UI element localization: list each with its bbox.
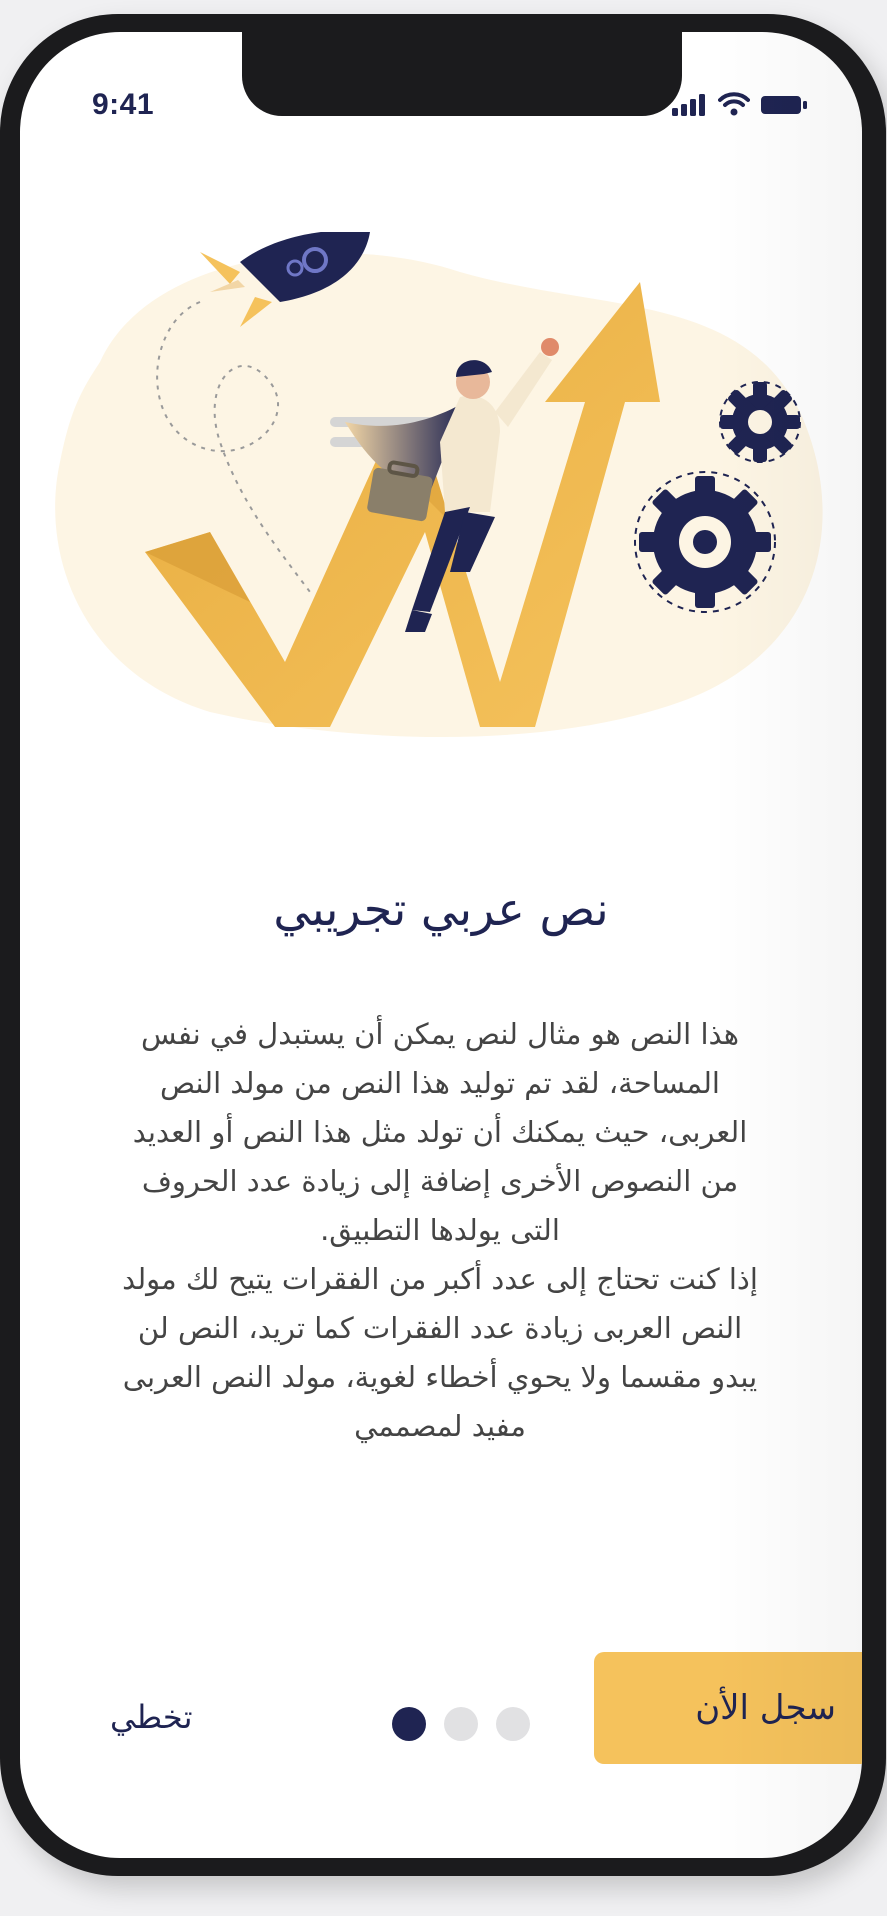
- description-paragraph-1: هذا النص هو مثال لنص يمكن أن يستبدل في ن…: [132, 1017, 748, 1247]
- page-dot-1[interactable]: [392, 1707, 426, 1741]
- status-time: 9:41: [92, 88, 155, 121]
- battery-icon: [761, 96, 807, 114]
- device-notch: [242, 32, 682, 116]
- register-now-button[interactable]: سجل الأن: [594, 1652, 862, 1764]
- page-dot-2[interactable]: [444, 1707, 478, 1741]
- onboarding-description: هذا النص هو مثال لنص يمكن أن يستبدل في ن…: [115, 1010, 765, 1451]
- skip-button[interactable]: تخطي: [110, 1698, 192, 1736]
- onboarding-illustration: [55, 232, 823, 738]
- cellular-signal-icon: [672, 94, 705, 116]
- status-icons: [672, 92, 808, 116]
- wifi-icon: [718, 92, 750, 116]
- description-paragraph-2: إذا كنت تحتاج إلى عدد أكبر من الفقرات يت…: [122, 1262, 758, 1443]
- register-now-label: سجل الأن: [695, 1688, 836, 1728]
- phone-frame: 9:41 نص عربي تجريبي هذا النص هو مثال لنص…: [0, 14, 886, 1876]
- page-dot-3[interactable]: [496, 1707, 530, 1741]
- onboarding-title: نص عربي تجريبي: [273, 882, 609, 936]
- page-indicator: [392, 1707, 530, 1741]
- app-screen: 9:41 نص عربي تجريبي هذا النص هو مثال لنص…: [20, 32, 862, 1858]
